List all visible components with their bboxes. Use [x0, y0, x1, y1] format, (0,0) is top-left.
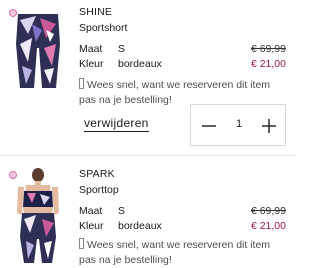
original-price: € 69,99: [250, 205, 286, 217]
selection-badge-icon: [9, 171, 17, 179]
original-price: € 69,99: [250, 43, 286, 55]
sale-price: € 21,00: [250, 220, 286, 232]
color-value: bordeaux: [118, 220, 162, 232]
reservation-notice-text: Wees snel, want we reserveren dit item p…: [79, 79, 271, 106]
product-image-sporttop[interactable]: [6, 167, 70, 265]
product-brand: SPARK: [79, 168, 115, 180]
size-label: Maat: [79, 43, 103, 55]
size-value: S: [118, 205, 126, 217]
quantity-stepper: 1: [190, 104, 286, 146]
product-name: Sporttop: [79, 184, 119, 196]
remove-item-button[interactable]: verwijderen: [84, 116, 149, 132]
reservation-notice-text: Wees snel, want we reserveren dit item p…: [79, 239, 271, 266]
product-name: Sportshort: [79, 22, 128, 34]
color-label: Kleur: [79, 58, 104, 70]
product-image-sportshort[interactable]: [6, 4, 70, 92]
info-icon: [79, 78, 84, 89]
size-label: Maat: [79, 205, 103, 217]
selection-badge-icon: [9, 9, 17, 17]
cart-item-2: SPARK Sporttop Maat S Kleur bordeaux € 6…: [0, 152, 295, 266]
sale-price: € 21,00: [250, 58, 286, 70]
cart-item-1: SHINE Sportshort Maat S Kleur bordeaux €…: [0, 0, 295, 152]
product-brand: SHINE: [79, 6, 113, 18]
color-value: bordeaux: [118, 58, 162, 70]
size-value: S: [118, 43, 126, 55]
reservation-notice: Wees snel, want we reserveren dit item p…: [79, 238, 284, 268]
color-label: Kleur: [79, 220, 104, 232]
info-icon: [79, 238, 84, 249]
plus-icon[interactable]: [261, 118, 277, 134]
